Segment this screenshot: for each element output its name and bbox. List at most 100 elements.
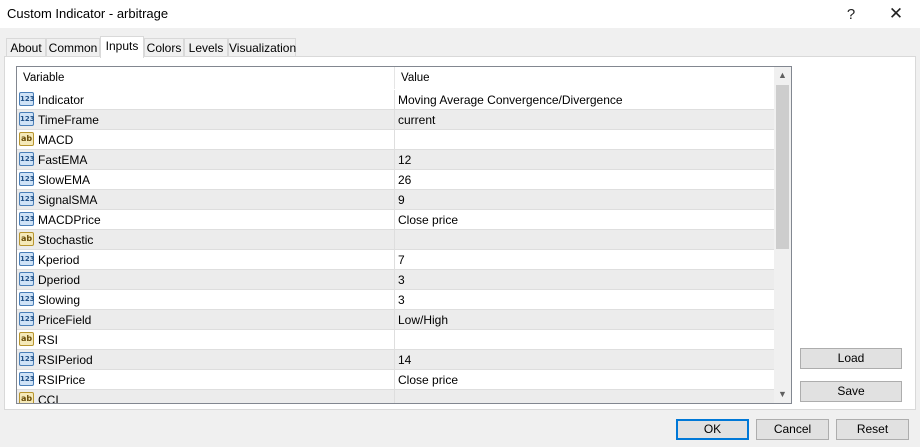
variable-name: Indicator [38,93,85,107]
load-button[interactable]: Load [800,348,902,369]
table-row[interactable]: 123 Indicator Moving Average Convergence/D… [17,90,774,110]
tab-colors[interactable]: Colors [144,38,184,57]
cell-divider [394,190,395,210]
window-title: Custom Indicator - arbitrage [7,6,169,21]
cell-divider [394,350,395,370]
variable-value[interactable]: 12 [398,153,411,167]
variable-value[interactable]: 26 [398,173,411,187]
variable-value[interactable]: Close price [398,213,458,227]
numeric-param-icon: 123 [19,92,35,106]
variable-name: RSI [38,333,59,347]
variable-value[interactable]: Moving Average Convergence/Divergence [398,93,623,107]
variable-name: Kperiod [38,253,80,267]
column-divider[interactable] [394,67,395,89]
table-row[interactable]: 123 FastEMA 12 [17,150,774,170]
string-param-icon: ab [19,232,34,246]
title-bar: Custom Indicator - arbitrage ? ✕ [0,0,920,28]
table-row[interactable]: 123 Kperiod 7 [17,250,774,270]
variable-value[interactable]: 3 [398,293,405,307]
scroll-up-arrow-icon[interactable]: ▲ [774,67,791,84]
column-header-value[interactable]: Value [401,72,430,84]
tab-visualization[interactable]: Visualization [228,38,296,57]
variable-name: MACDPrice [38,213,101,227]
cell-divider [394,390,395,403]
cell-divider [394,250,395,270]
scrollbar-thumb[interactable] [776,85,789,249]
variable-name: PriceField [38,313,92,327]
help-icon[interactable]: ? [828,0,874,28]
tab-inputs[interactable]: Inputs [100,36,144,58]
numeric-param-icon: 123 [19,352,35,366]
cell-divider [394,290,395,310]
tab-about[interactable]: About [6,38,46,57]
variable-value[interactable]: 3 [398,273,405,287]
variable-name: MACD [38,133,74,147]
cell-divider [394,170,395,190]
tab-strip: About Common Inputs Colors Levels Visual… [0,36,920,58]
variable-value[interactable]: Close price [398,373,458,387]
cell-divider [394,330,395,350]
cell-divider [394,270,395,290]
table-row[interactable]: 123 SlowEMA 26 [17,170,774,190]
string-param-icon: ab [19,392,34,403]
ok-button[interactable]: OK [676,419,749,440]
numeric-param-icon: 123 [19,112,35,126]
reset-button[interactable]: Reset [836,419,909,440]
grid-header: Variable Value [17,67,774,89]
table-row[interactable]: 123 Dperiod 3 [17,270,774,290]
table-row[interactable]: 123 Slowing 3 [17,290,774,310]
numeric-param-icon: 123 [19,252,35,266]
cell-divider [394,90,395,110]
variable-name: SlowEMA [38,173,91,187]
variable-name: SignalSMA [38,193,98,207]
variable-name: Slowing [38,293,81,307]
numeric-param-icon: 123 [19,172,35,186]
tab-common[interactable]: Common [46,38,100,57]
variable-name: TimeFrame [38,113,99,127]
numeric-param-icon: 123 [19,292,35,306]
inputs-grid: Variable Value 123 Indicator Moving Averag… [16,66,792,404]
numeric-param-icon: 123 [19,192,35,206]
numeric-param-icon: 123 [19,212,35,226]
numeric-param-icon: 123 [19,312,35,326]
table-row[interactable]: 123 TimeFrame current [17,110,774,130]
numeric-param-icon: 123 [19,372,35,386]
save-button[interactable]: Save [800,381,902,402]
table-row[interactable]: ab CCI [17,390,774,404]
cell-divider [394,230,395,250]
variable-value[interactable]: 9 [398,193,405,207]
tab-levels[interactable]: Levels [184,38,228,57]
variable-value[interactable]: Low/High [398,313,448,327]
table-row[interactable]: ab MACD [17,130,774,150]
cell-divider [394,310,395,330]
table-row[interactable]: 123 MACDPrice Close price [17,210,774,230]
cell-divider [394,110,395,130]
variable-name: FastEMA [38,153,88,167]
cell-divider [394,150,395,170]
variable-name: RSIPeriod [38,353,93,367]
variable-value[interactable]: 14 [398,353,411,367]
cell-divider [394,210,395,230]
vertical-scrollbar[interactable]: ▲ ▼ [774,67,791,403]
table-row[interactable]: 123 PriceField Low/High [17,310,774,330]
variable-name: Stochastic [38,233,94,247]
variable-name: Dperiod [38,273,81,287]
scroll-down-arrow-icon[interactable]: ▼ [774,386,791,403]
variable-name: CCI [38,393,59,404]
numeric-param-icon: 123 [19,152,35,166]
column-header-variable[interactable]: Variable [23,72,64,84]
cell-divider [394,130,395,150]
string-param-icon: ab [19,332,34,346]
close-icon[interactable]: ✕ [873,0,919,28]
variable-name: RSIPrice [38,373,86,387]
numeric-param-icon: 123 [19,272,35,286]
table-row[interactable]: 123 RSIPrice Close price [17,370,774,390]
table-row[interactable]: ab Stochastic [17,230,774,250]
table-row[interactable]: ab RSI [17,330,774,350]
grid-rows: 123 Indicator Moving Average Convergence/D… [17,90,774,404]
variable-value[interactable]: 7 [398,253,405,267]
table-row[interactable]: 123 SignalSMA 9 [17,190,774,210]
variable-value[interactable]: current [398,113,435,127]
cancel-button[interactable]: Cancel [756,419,829,440]
table-row[interactable]: 123 RSIPeriod 14 [17,350,774,370]
